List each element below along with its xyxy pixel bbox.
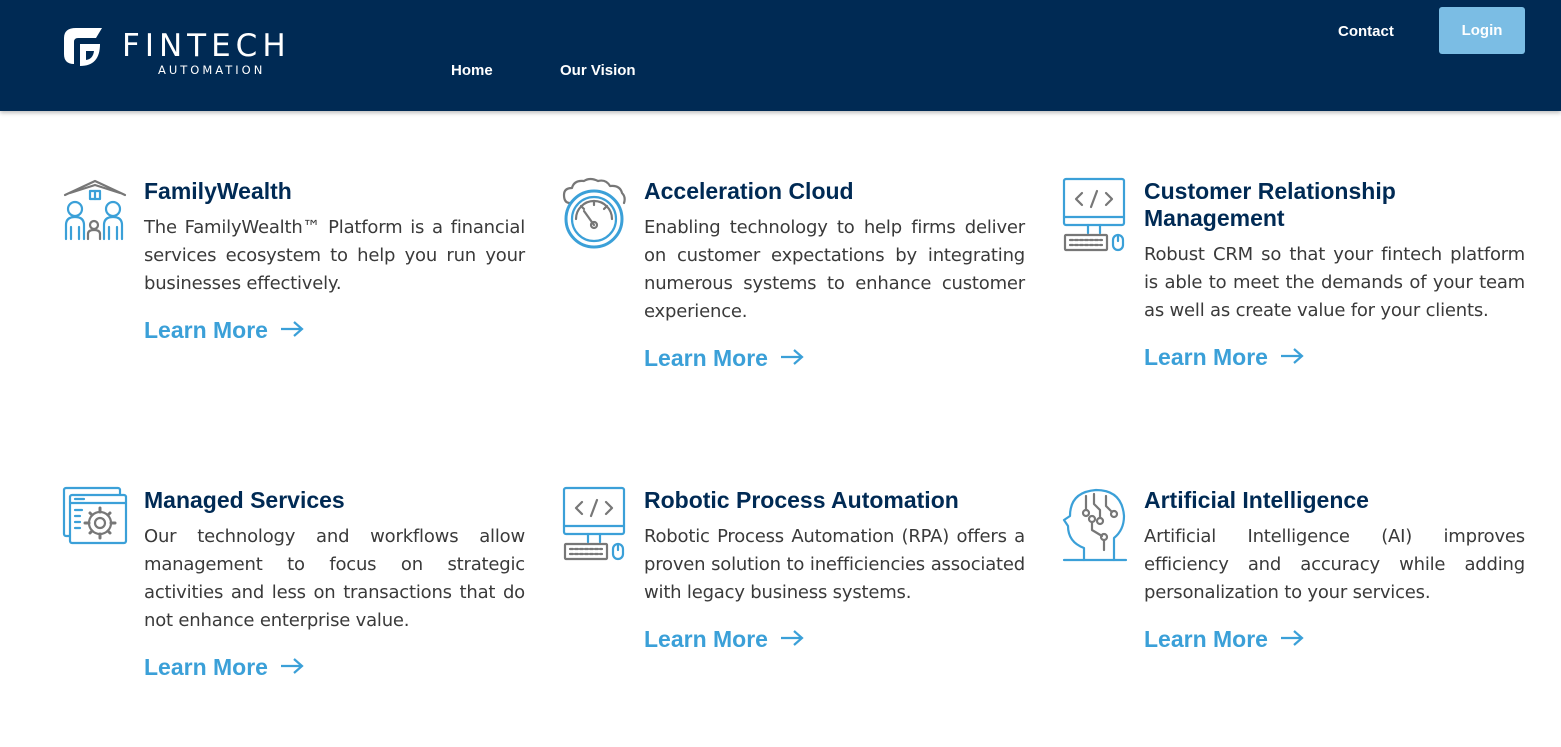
- nav-contact[interactable]: Contact: [1338, 23, 1394, 40]
- learn-more-label: Learn More: [144, 654, 268, 680]
- learn-more-link[interactable]: Learn More: [1144, 344, 1304, 371]
- card-title: Managed Services: [144, 487, 345, 513]
- card-description: Robust CRM so that your fintech platform…: [1144, 244, 1525, 321]
- learn-more-label: Learn More: [644, 345, 768, 371]
- nav-home[interactable]: Home: [451, 62, 493, 79]
- card-description: Artificial Intelligence (AI) improves ef…: [1144, 526, 1525, 603]
- card-body: Artificial Intelligence Artificial Intel…: [1144, 486, 1525, 653]
- learn-more-link[interactable]: Learn More: [644, 345, 804, 372]
- arrow-right-icon: [1280, 344, 1304, 371]
- ai-head-icon: [1062, 486, 1130, 566]
- arrow-right-icon: [280, 317, 304, 344]
- card-body: Customer Relationship Management Robust …: [1144, 177, 1525, 371]
- card-body: Acceleration Cloud Enabling technology t…: [644, 177, 1025, 372]
- family-icon: [62, 177, 130, 257]
- card-title: FamilyWealth: [144, 178, 292, 204]
- login-button[interactable]: Login: [1439, 7, 1525, 54]
- nav-our-vision[interactable]: Our Vision: [560, 62, 636, 79]
- card-body: Robotic Process Automation Robotic Proce…: [644, 486, 1025, 653]
- card-description: The FamilyWealth™ Platform is a financia…: [144, 217, 525, 294]
- logo-wordmark: FINTECH: [122, 28, 291, 64]
- learn-more-label: Learn More: [1144, 626, 1268, 652]
- code-monitor-icon: [562, 486, 630, 566]
- learn-more-link[interactable]: Learn More: [644, 626, 804, 653]
- learn-more-link[interactable]: Learn More: [144, 654, 304, 681]
- card-title: Robotic Process Automation: [644, 487, 959, 513]
- learn-more-link[interactable]: Learn More: [144, 317, 304, 344]
- learn-more-label: Learn More: [144, 317, 268, 343]
- arrow-right-icon: [280, 654, 304, 681]
- card-description: Our technology and workflows allow manag…: [144, 526, 525, 631]
- arrow-right-icon: [1280, 626, 1304, 653]
- gear-window-icon: [62, 486, 130, 566]
- card-title: Artificial Intelligence: [1144, 487, 1369, 513]
- code-monitor-icon: [1062, 177, 1130, 257]
- card-body: Managed Services Our technology and work…: [144, 486, 525, 681]
- arrow-right-icon: [780, 626, 804, 653]
- card-description: Robotic Process Automation (RPA) offers …: [644, 526, 1025, 603]
- speedometer-cloud-icon: [562, 177, 630, 257]
- logo-mark-icon: [64, 28, 102, 66]
- logo-subtitle: AUTOMATION: [158, 63, 266, 77]
- arrow-right-icon: [780, 345, 804, 372]
- card-body: FamilyWealth The FamilyWealth™ Platform …: [144, 177, 525, 344]
- site-header: FINTECH AUTOMATION Home Our Vision Conta…: [0, 0, 1561, 111]
- learn-more-label: Learn More: [1144, 344, 1268, 370]
- learn-more-link[interactable]: Learn More: [1144, 626, 1304, 653]
- brand-logo[interactable]: FINTECH AUTOMATION: [60, 24, 320, 80]
- card-title: Customer Relationship Management: [1144, 178, 1396, 231]
- learn-more-label: Learn More: [644, 626, 768, 652]
- card-description: Enabling technology to help firms delive…: [644, 217, 1025, 322]
- card-title: Acceleration Cloud: [644, 178, 854, 204]
